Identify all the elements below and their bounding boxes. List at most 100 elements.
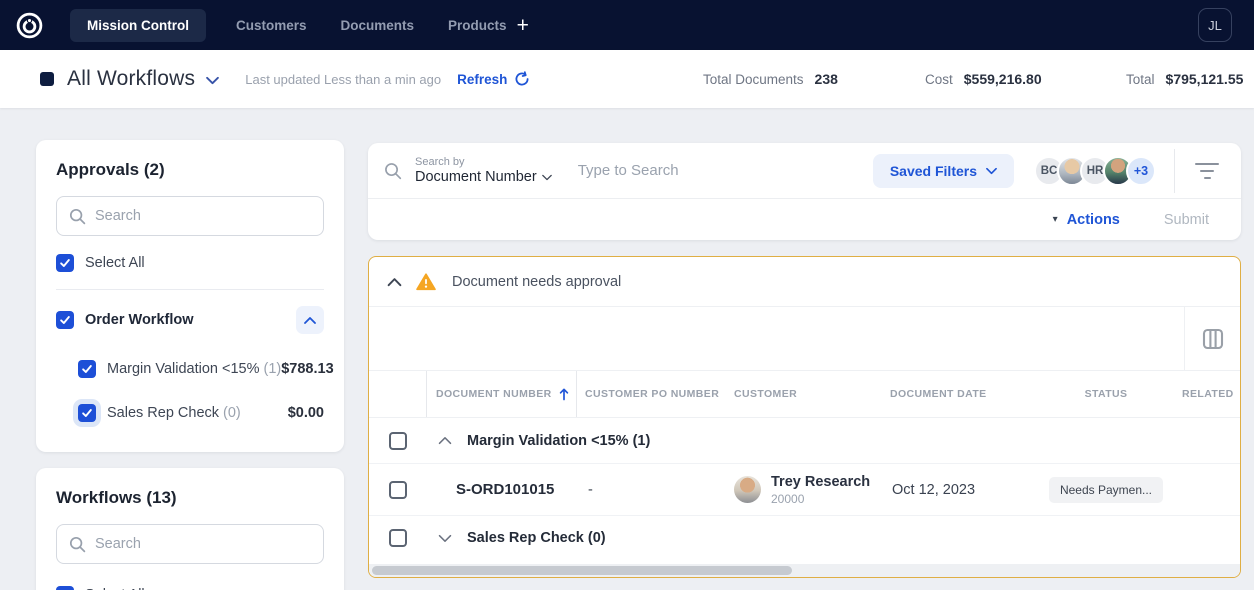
column-header-customer-po-number[interactable]: Customer PO Number: [576, 371, 726, 417]
search-row: Search by Document Number Saved Filters …: [368, 143, 1241, 198]
collapse-group-button[interactable]: [296, 306, 324, 334]
approval-item-row: Margin Validation <15% (1) $788.13: [78, 360, 324, 378]
chevron-down-icon: [986, 167, 997, 175]
workflows-panel: Workflows (13) Select All: [36, 468, 344, 590]
status-badge: Needs Paymen...: [1049, 477, 1163, 503]
row-checkbox[interactable]: [389, 432, 407, 450]
header-checkbox-spacer: [369, 371, 426, 417]
workflows-search: [56, 524, 324, 564]
column-header-label: Document Number: [436, 388, 552, 400]
order-workflow-label: Order Workflow: [85, 312, 194, 328]
stat-total: Total $795,121.55: [1126, 71, 1243, 87]
caret-down-icon: ▾: [1053, 214, 1058, 225]
filter-icon[interactable]: [1193, 163, 1221, 179]
row-checkbox-cell: [369, 481, 426, 499]
saved-filters-label: Saved Filters: [890, 163, 977, 179]
approvals-select-all-row: Select All: [56, 254, 324, 272]
table-toolbar-spacer: [369, 307, 1184, 370]
search-icon: [69, 536, 86, 553]
primary-nav: Mission Control Customers Documents Prod…: [70, 9, 511, 42]
column-header-label: Document Date: [890, 388, 987, 400]
avatar-overflow-count[interactable]: +3: [1126, 156, 1156, 186]
column-header-related[interactable]: Related: [1176, 371, 1240, 417]
table-toolbar: [369, 307, 1240, 371]
nav-tab-customers[interactable]: Customers: [232, 9, 311, 42]
workflow-color-swatch: [40, 72, 54, 86]
add-tab-button[interactable]: +: [517, 15, 529, 36]
select-all-checkbox[interactable]: [56, 254, 74, 272]
nav-tab-mission-control[interactable]: Mission Control: [70, 9, 206, 42]
table-group-row: Margin Validation <15% (1): [369, 418, 1240, 464]
workflows-select-all-row: Select All: [56, 586, 324, 590]
sales-rep-check-checkbox[interactable]: [78, 404, 96, 422]
customer-po-cell: -: [576, 482, 726, 498]
row-checkbox-cell: [369, 529, 426, 547]
column-header-document-number[interactable]: Document Number: [426, 371, 576, 417]
approvals-title: Approvals (2): [56, 160, 324, 180]
last-updated-text: Last updated Less than a min ago: [245, 72, 441, 87]
approval-item-row: Sales Rep Check (0) $0.00: [78, 404, 324, 422]
column-header-document-date[interactable]: Document Date: [886, 371, 1036, 417]
warning-icon: [416, 273, 436, 291]
stat-value: $795,121.55: [1166, 71, 1244, 87]
margin-validation-checkbox[interactable]: [78, 360, 96, 378]
table-group-row: Sales Rep Check (0): [369, 516, 1240, 560]
search-icon: [384, 162, 402, 180]
refresh-icon: [514, 71, 530, 87]
customer-cell: Trey Research 20000: [726, 474, 886, 506]
refresh-button[interactable]: Refresh: [457, 71, 530, 87]
actions-dropdown[interactable]: ▾ Actions: [1053, 212, 1120, 228]
stat-label: Total: [1126, 72, 1155, 87]
document-search-input[interactable]: [578, 162, 873, 179]
status-cell: Needs Paymen...: [1036, 477, 1176, 503]
search-toolbar: Search by Document Number Saved Filters …: [368, 143, 1241, 240]
order-workflow-checkbox[interactable]: [56, 311, 74, 329]
column-header-label: Customer: [734, 388, 797, 400]
document-number-cell: S-ORD101015: [426, 481, 576, 498]
workflows-title: Workflows (13): [56, 488, 324, 508]
columns-cell: [1184, 307, 1240, 370]
chevron-down-icon: [206, 76, 219, 85]
brand-logo-icon[interactable]: [14, 10, 44, 40]
divider: [56, 289, 324, 290]
select-all-indeterminate-checkbox[interactable]: [56, 586, 74, 590]
horizontal-scrollbar[interactable]: [369, 564, 1240, 577]
saved-filters-button[interactable]: Saved Filters: [873, 154, 1014, 188]
approvals-search: [56, 196, 324, 236]
assignee-avatar-group: BC HR +3: [1034, 156, 1156, 186]
order-workflow-row: Order Workflow: [56, 306, 324, 334]
chevron-down-icon[interactable]: [438, 534, 452, 543]
column-settings-icon[interactable]: [1201, 327, 1225, 351]
documents-table-panel: Document needs approval Document Number …: [368, 256, 1241, 578]
collapse-alert-icon[interactable]: [387, 277, 402, 287]
column-header-status[interactable]: Status: [1036, 371, 1176, 417]
user-avatar[interactable]: JL: [1198, 8, 1232, 42]
group-label: Sales Rep Check (0): [467, 530, 606, 546]
approvals-panel: Approvals (2) Select All Order Workflow …: [36, 140, 344, 452]
search-by-value: Document Number: [415, 169, 537, 185]
approval-alert-banner: Document needs approval: [369, 257, 1240, 307]
workflow-selector[interactable]: All Workflows: [40, 67, 219, 91]
group-label: Margin Validation <15% (1): [467, 433, 650, 449]
chevron-down-icon: [542, 174, 552, 181]
actions-row: ▾ Actions Submit: [368, 198, 1241, 240]
submit-button[interactable]: Submit: [1164, 212, 1209, 228]
row-checkbox[interactable]: [389, 529, 407, 547]
table-row[interactable]: S-ORD101015 - Trey Research 20000 Oct 12…: [369, 464, 1240, 516]
row-checkbox[interactable]: [389, 481, 407, 499]
customer-id: 20000: [771, 492, 870, 506]
refresh-label: Refresh: [457, 72, 507, 87]
nav-tab-documents[interactable]: Documents: [337, 9, 419, 42]
divider: [1174, 149, 1175, 193]
search-by-dropdown[interactable]: Search by Document Number: [415, 156, 552, 185]
customer-avatar: [734, 476, 761, 503]
approvals-search-input[interactable]: [95, 208, 311, 224]
stat-cost: Cost $559,216.80: [925, 71, 1042, 87]
approval-item-label: Margin Validation <15%: [107, 361, 259, 377]
workflows-search-input[interactable]: [95, 536, 311, 552]
column-header-customer[interactable]: Customer: [726, 371, 886, 417]
nav-tab-products[interactable]: Products: [444, 9, 511, 42]
stat-label: Cost: [925, 72, 953, 87]
scrollbar-thumb[interactable]: [372, 566, 792, 575]
chevron-up-icon[interactable]: [438, 436, 452, 445]
